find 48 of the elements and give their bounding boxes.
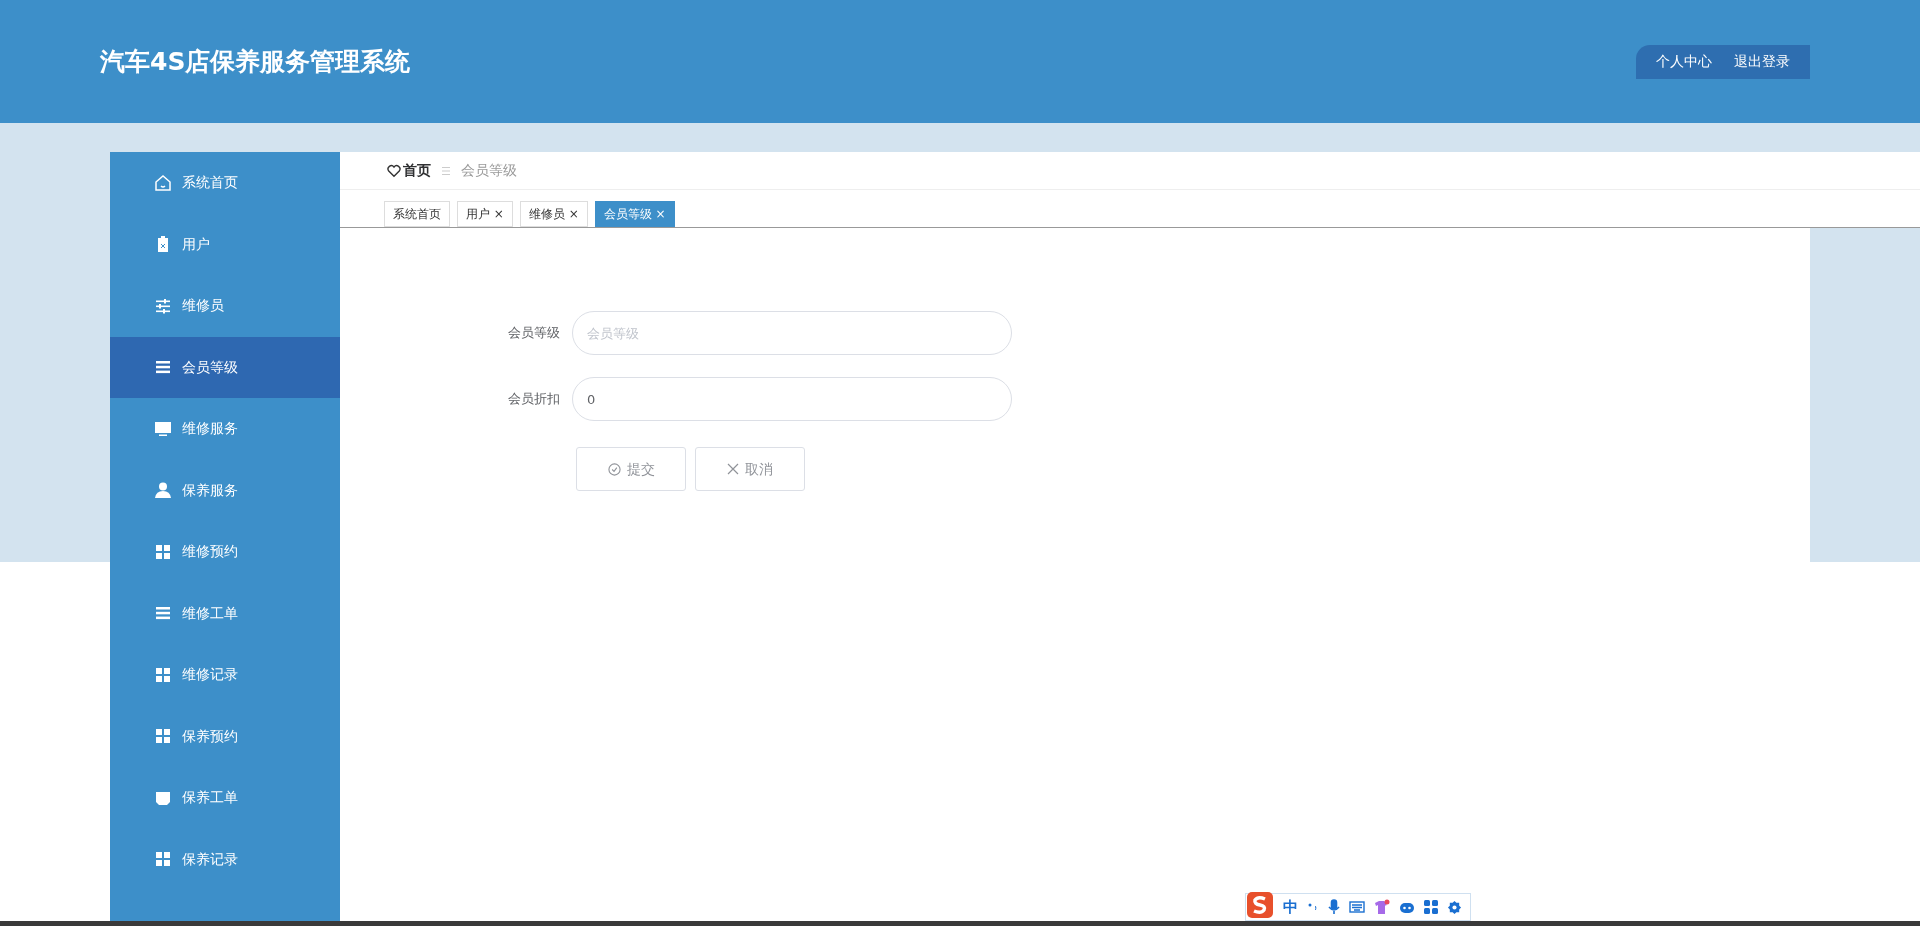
field-label: 会员折扣 [507, 390, 560, 409]
keyboard-icon[interactable] [1349, 901, 1365, 913]
sidebar-item[interactable]: 保养记录 [110, 828, 340, 890]
settings-icon[interactable] [1447, 899, 1462, 915]
page-tab[interactable]: 用户 × [457, 201, 513, 227]
ime-mode[interactable]: 中 [1283, 895, 1298, 919]
header-link[interactable]: 个人中心 [1646, 46, 1722, 77]
grid-icon [154, 850, 172, 869]
field-label: 会员等级 [507, 324, 560, 343]
input-field[interactable]: 0 [572, 377, 1012, 421]
user-icon [154, 481, 172, 500]
grid-icon [154, 665, 172, 684]
close-icon [727, 463, 739, 475]
sidebar-item[interactable]: 系统首页 [110, 152, 340, 214]
sidebar-item[interactable]: 保养预约 [110, 705, 340, 767]
home-icon [154, 173, 172, 192]
input-field[interactable]: 会员等级 [572, 311, 1012, 355]
separator-icon [441, 165, 451, 176]
page-tab[interactable]: 系统首页 [384, 201, 450, 227]
sliders-icon [154, 296, 172, 315]
sidebar-item[interactable]: 保养工单 [110, 767, 340, 829]
header-link[interactable]: 退出登录 [1724, 46, 1800, 77]
breadcrumb-home[interactable]: 首页 [403, 160, 431, 181]
check-circle-icon [607, 462, 621, 476]
sidebar-item[interactable]: 维修服务 [110, 398, 340, 460]
sidebar-item[interactable]: 维修员 [110, 275, 340, 337]
breadcrumb-current: 会员等级 [461, 161, 517, 180]
grid-icon [154, 727, 172, 746]
shirt-icon[interactable] [1374, 899, 1390, 915]
microphone-icon[interactable] [1328, 899, 1340, 915]
sidebar-item[interactable]: 维修预约 [110, 521, 340, 583]
sidebar-item[interactable]: 会员等级 [110, 336, 340, 398]
ime-logo-icon[interactable] [1246, 891, 1274, 919]
sidebar-item[interactable]: 保养服务 [110, 459, 340, 521]
grid-icon[interactable] [1424, 900, 1438, 914]
app-title: 汽车4S店保养服务管理系统 [100, 45, 411, 78]
submit-button[interactable]: 提交 [576, 447, 686, 491]
grid-icon [154, 542, 172, 561]
monitor-icon [154, 419, 172, 438]
page-tab[interactable]: 维修员 × [519, 201, 588, 227]
cancel-button[interactable]: 取消 [695, 447, 805, 491]
robot-icon[interactable] [1399, 900, 1415, 914]
heart-icon [387, 163, 401, 178]
page-tab[interactable]: 会员等级 × [594, 201, 675, 227]
sidebar-item[interactable]: 维修工单 [110, 582, 340, 644]
sidebar-item[interactable]: 维修记录 [110, 644, 340, 706]
punctuation-icon[interactable] [1307, 901, 1319, 913]
sidebar-item[interactable]: 用户 [110, 213, 340, 275]
